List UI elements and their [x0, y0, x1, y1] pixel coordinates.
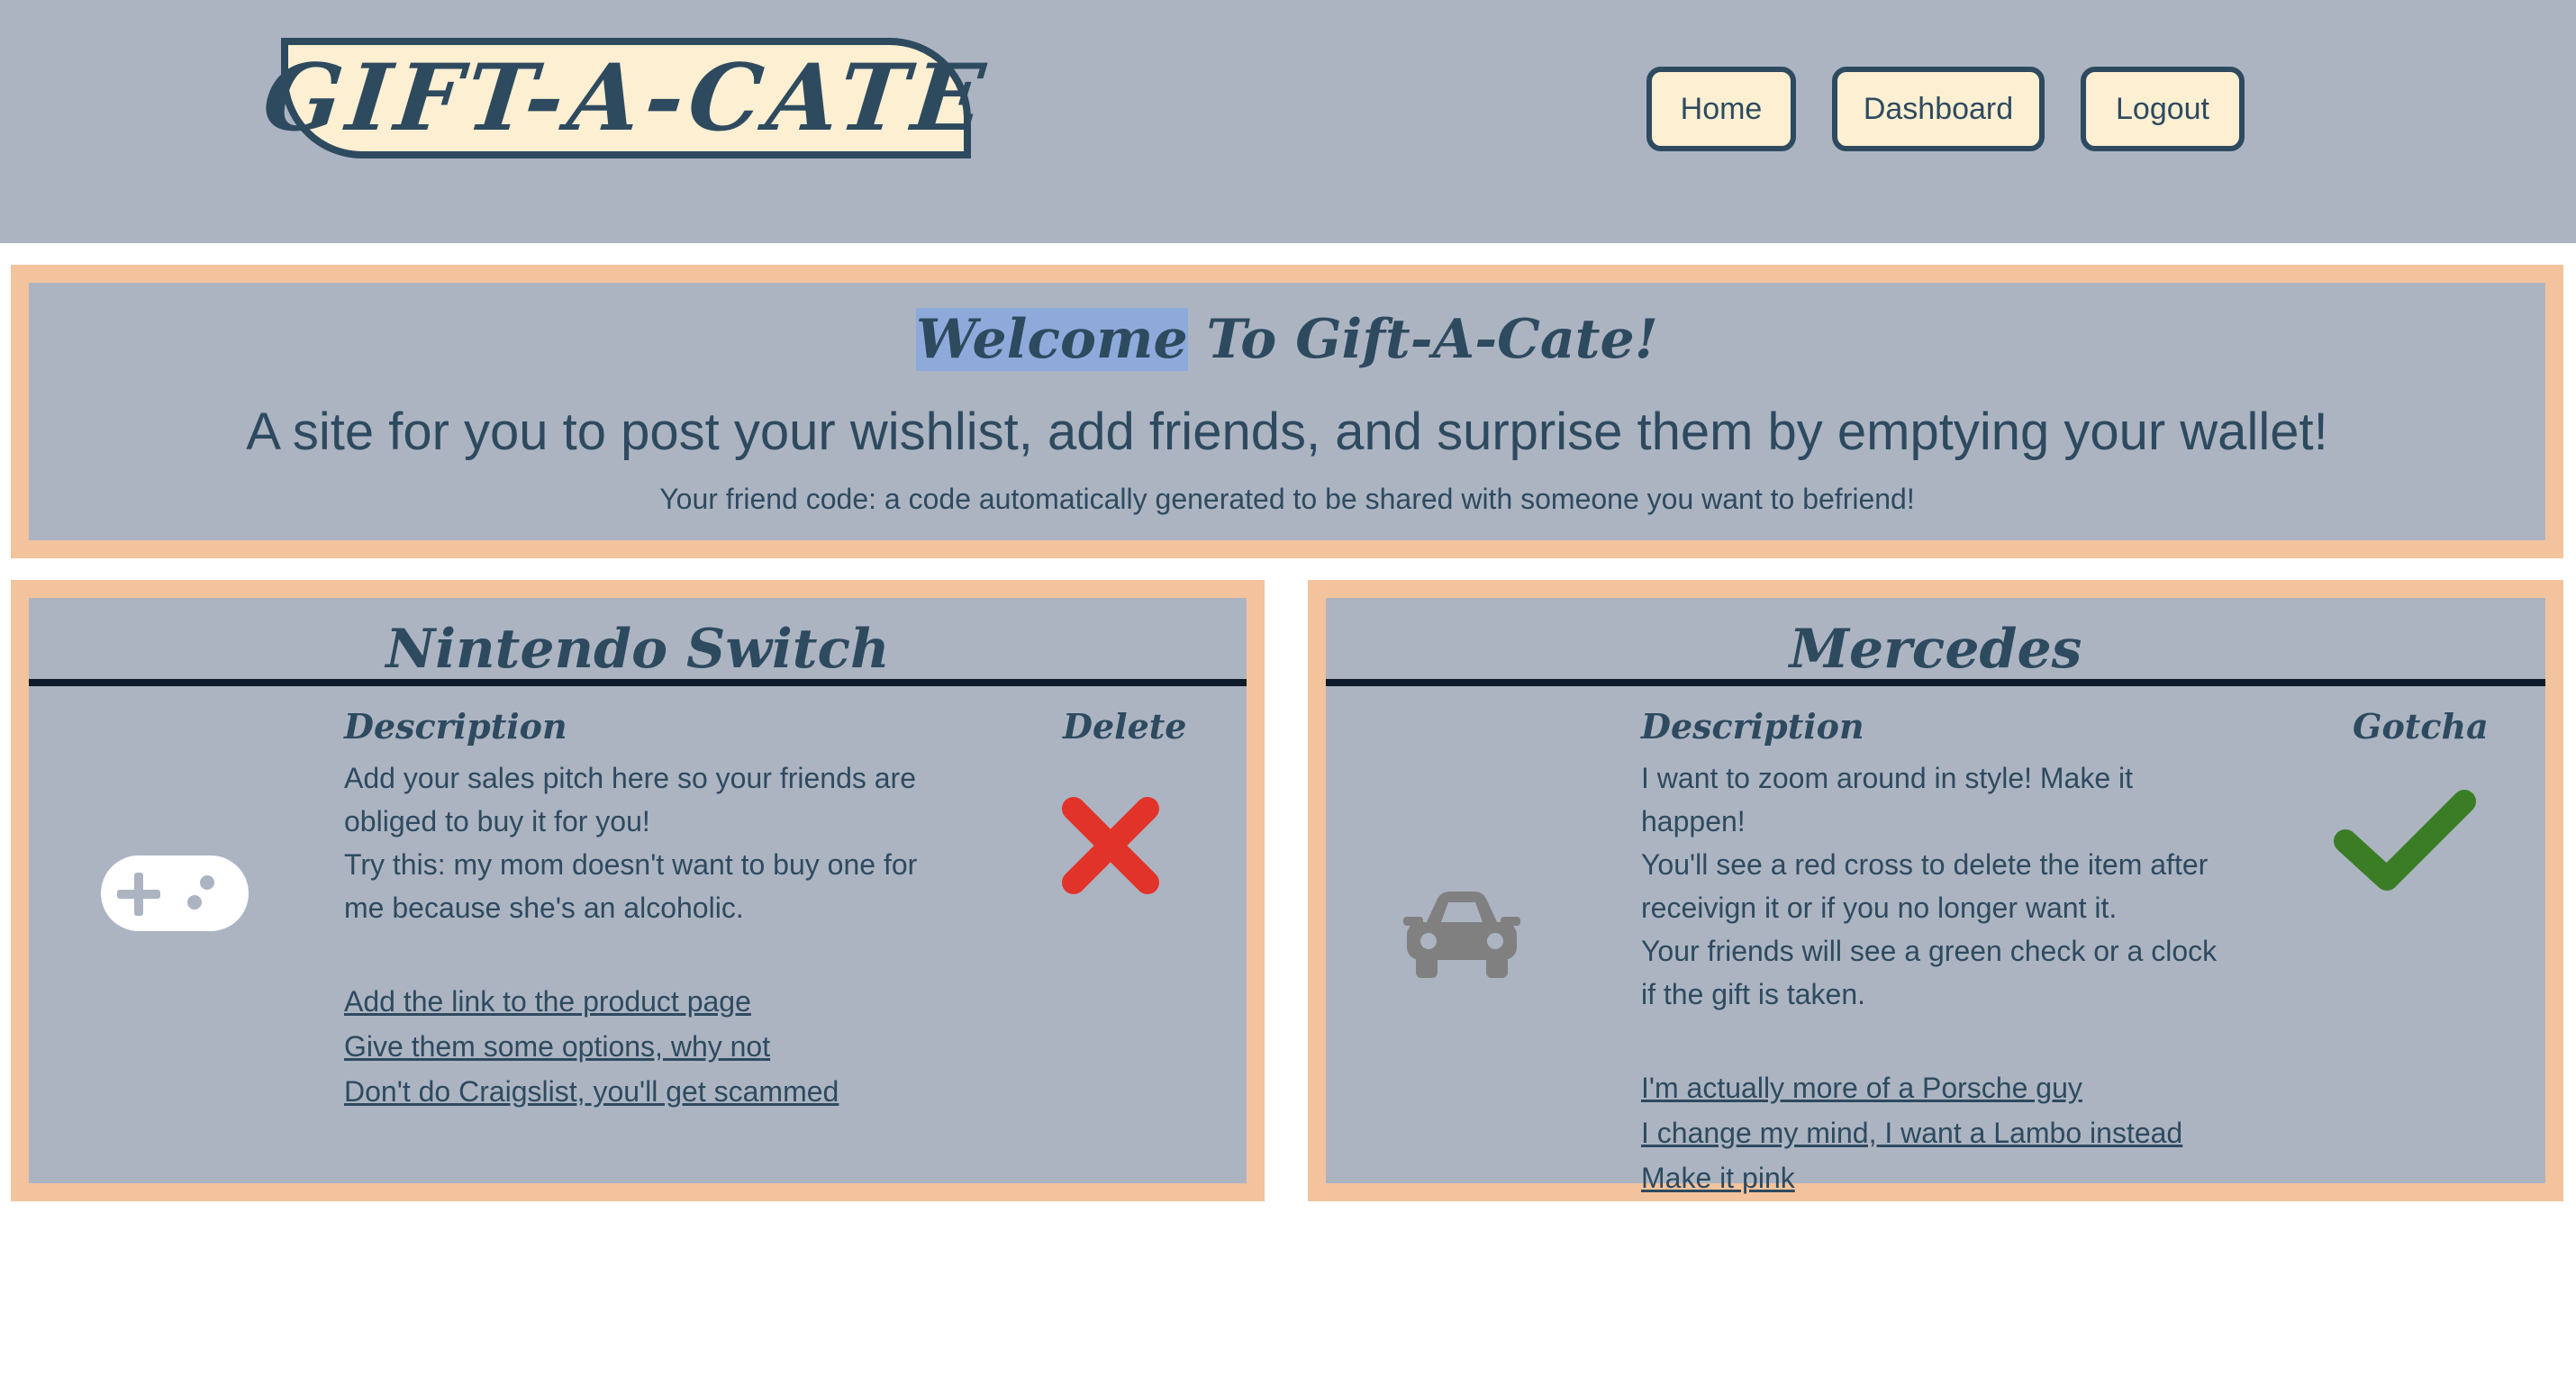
- gift-description: I want to zoom around in style! Make it …: [1641, 756, 2218, 1016]
- car-icon: [1403, 892, 1520, 978]
- gift-description: Add your sales pitch here so your friend…: [344, 756, 957, 929]
- welcome-title-highlight: Welcome: [915, 308, 1188, 371]
- description-line: You'll see a red cross to delete the ite…: [1641, 848, 2209, 924]
- site-logo[interactable]: GIFT-A-CATE: [258, 38, 994, 158]
- delete-cross-icon[interactable]: [1059, 794, 1162, 897]
- gift-title-divider: [29, 679, 1247, 686]
- product-link[interactable]: Don't do Craigslist, you'll get scammed: [344, 1069, 839, 1114]
- product-link[interactable]: Make it pink: [1641, 1155, 2182, 1200]
- gift-title: Mercedes: [1789, 618, 2082, 681]
- gift-links: Add the link to the product page Give th…: [344, 979, 839, 1114]
- description-line: Try this: my mom doesn't want to buy one…: [344, 848, 918, 924]
- gift-card: Mercedes Description Gotcha I want to zo…: [1308, 580, 2563, 1201]
- description-line: Your friends will see a green check or a…: [1641, 935, 2218, 1010]
- gift-title-divider: [1326, 679, 2545, 686]
- delete-heading: Delete: [1063, 706, 1187, 747]
- welcome-title-rest: To Gift-A-Cate!: [1187, 308, 1658, 371]
- green-check-icon[interactable]: [2331, 785, 2481, 899]
- description-line: Add your sales pitch here so your friend…: [344, 762, 916, 837]
- product-link[interactable]: Give them some options, why not: [344, 1024, 839, 1069]
- gamepad-icon: [101, 855, 249, 931]
- product-link[interactable]: Add the link to the product page: [344, 979, 839, 1024]
- friend-code-text: Your friend code: a code automatically g…: [659, 483, 1915, 515]
- gift-card: Nintendo Switch Description Delete Add y…: [11, 580, 1265, 1201]
- welcome-banner: Welcome To Gift-A-Cate! A site for you t…: [11, 265, 2563, 558]
- description-heading: Description: [1641, 706, 1864, 747]
- welcome-title: Welcome To Gift-A-Cate!: [29, 308, 2545, 371]
- product-link[interactable]: I'm actually more of a Porsche guy: [1641, 1065, 2182, 1110]
- welcome-subtitle: A site for you to post your wishlist, ad…: [246, 403, 2328, 461]
- description-heading: Description: [344, 706, 567, 747]
- gotcha-heading: Gotcha: [2353, 706, 2489, 747]
- logo-text: GIFT-A-CATE: [258, 44, 994, 152]
- nav-logout-button[interactable]: Logout: [2081, 67, 2245, 151]
- gift-links: I'm actually more of a Porsche guy I cha…: [1641, 1065, 2182, 1200]
- gift-title: Nintendo Switch: [385, 618, 890, 681]
- description-line: I want to zoom around in style! Make it …: [1641, 762, 2134, 837]
- product-link[interactable]: I change my mind, I want a Lambo instead: [1641, 1110, 2182, 1155]
- site-header: GIFT-A-CATE Home Dashboard Logout: [0, 0, 2576, 243]
- nav-home-button[interactable]: Home: [1646, 67, 1796, 151]
- nav-dashboard-button[interactable]: Dashboard: [1832, 67, 2045, 151]
